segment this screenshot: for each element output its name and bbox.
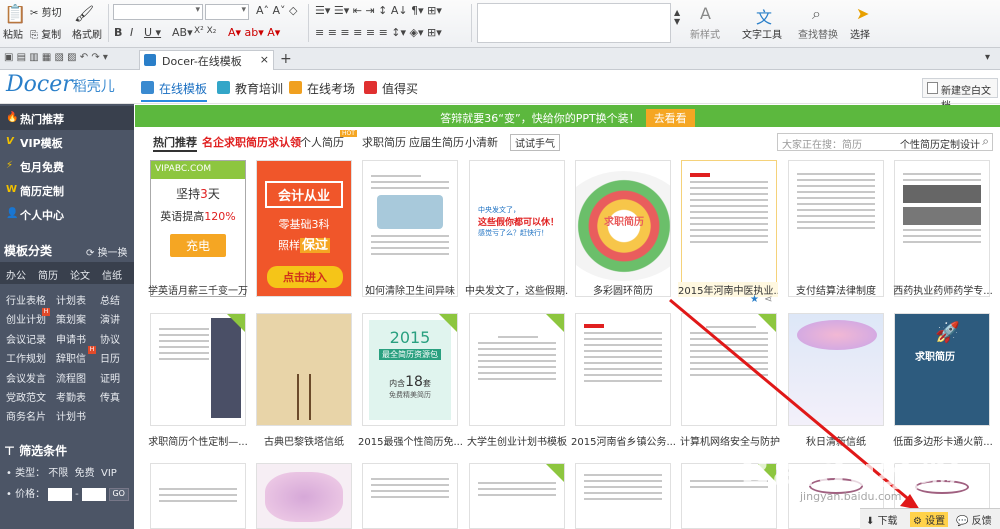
download-button[interactable]: ⬇ 下载	[866, 512, 898, 527]
bottom-toolbar: ⬇ 下载 ⚙ 设置 💬 反馈	[860, 508, 1000, 529]
settings-button[interactable]: ⚙ 设置	[910, 512, 949, 527]
feedback-button[interactable]: 💬 反馈	[956, 512, 992, 527]
watermark-url: jingyan.baidu.com	[800, 490, 902, 503]
